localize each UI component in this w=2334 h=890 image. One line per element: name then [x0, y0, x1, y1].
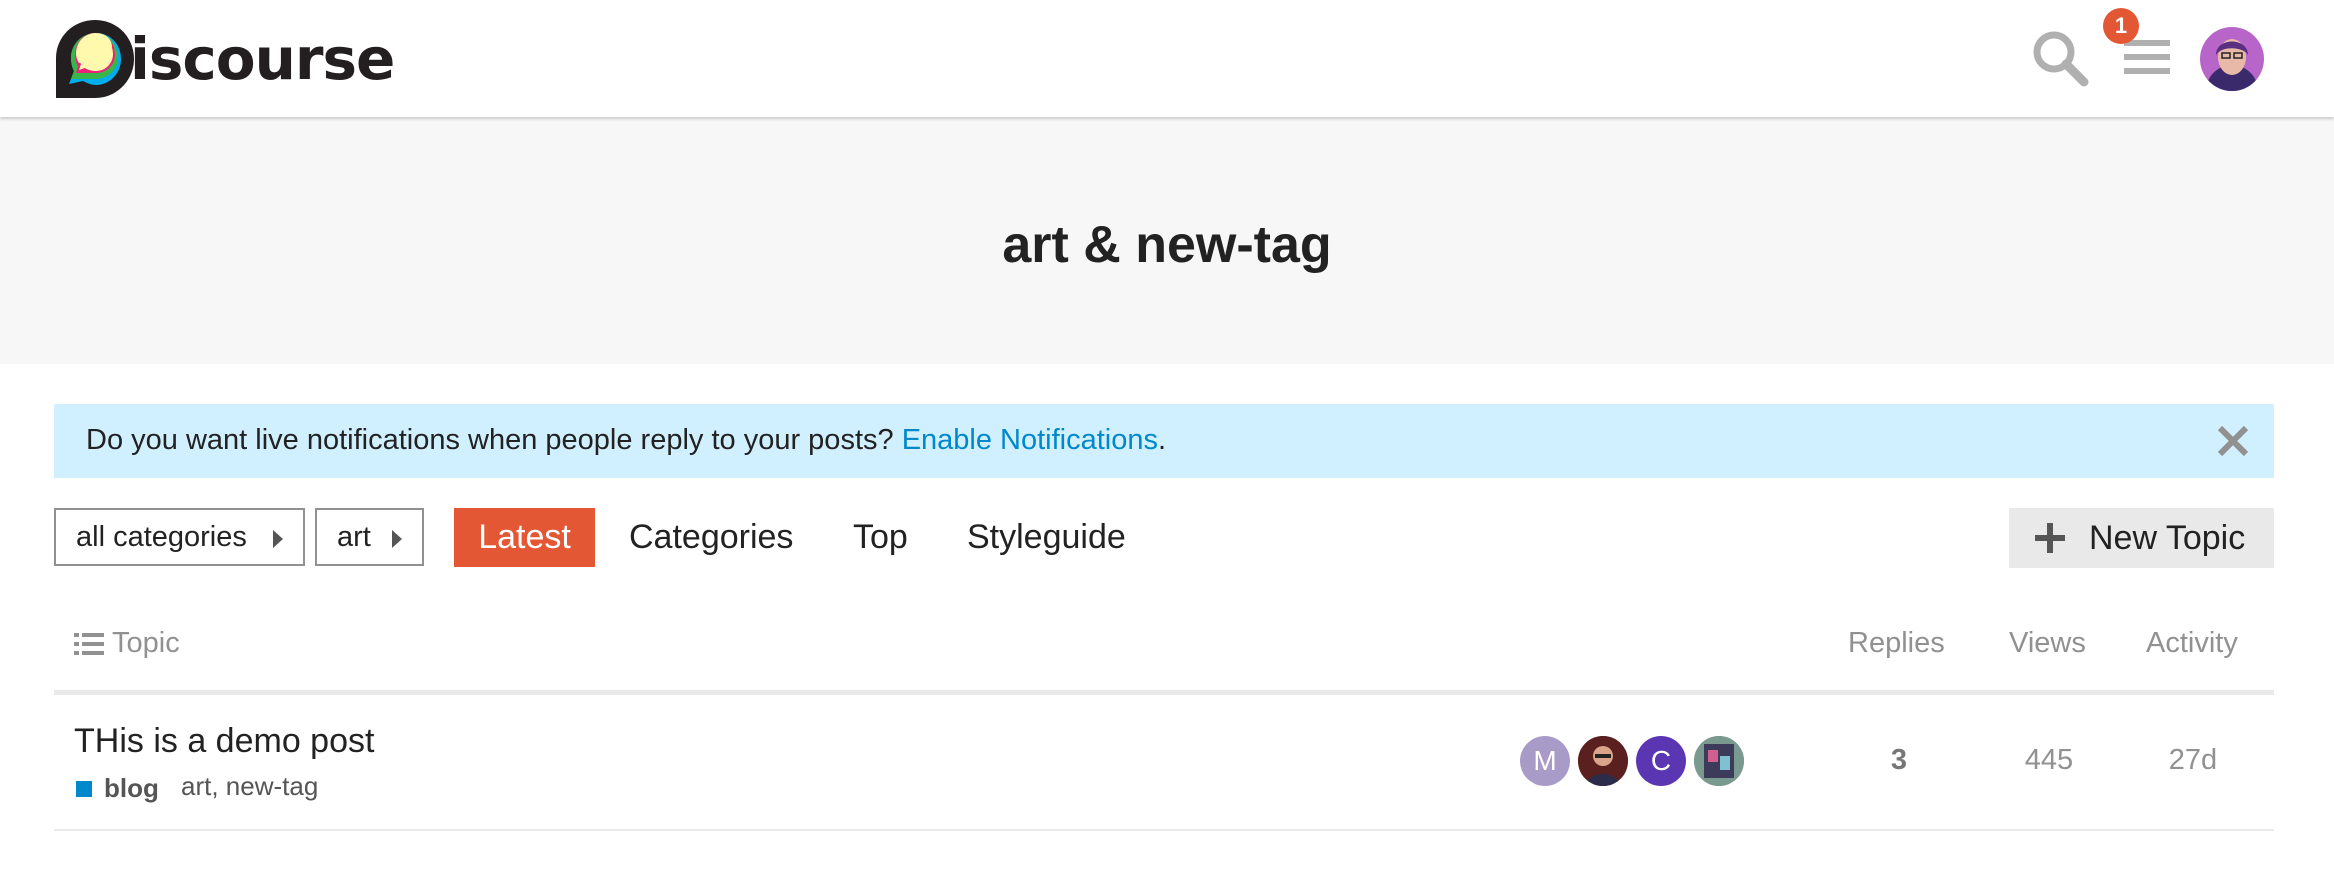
notifications-prompt: Do you want live notifications when peop…	[54, 404, 2274, 478]
nav-categories[interactable]: Categories	[629, 508, 793, 567]
activity-age[interactable]: 27d	[2150, 744, 2236, 777]
caret-right-icon	[273, 530, 283, 548]
logo-text: iscourse	[130, 25, 395, 93]
new-topic-button[interactable]: New Topic	[2009, 508, 2274, 568]
tag-new-tag[interactable]: new-tag	[226, 771, 319, 801]
notification-badge[interactable]: 1	[2103, 8, 2139, 44]
replies-column-header[interactable]: Replies	[1848, 627, 1945, 660]
discourse-logo[interactable]: iscourse	[54, 18, 395, 100]
tag-art[interactable]: art	[181, 771, 211, 801]
category-color-square	[76, 780, 92, 797]
category-banner: art & new-tag	[0, 117, 2334, 364]
topic-title-link[interactable]: THis is a demo post	[74, 722, 374, 761]
new-topic-label: New Topic	[2089, 518, 2246, 557]
page-title: art & new-tag	[1002, 216, 1332, 274]
list-icon	[74, 632, 104, 655]
views-column-header[interactable]: Views	[2009, 627, 2086, 660]
replies-count: 3	[1890, 744, 1908, 776]
category-dropdown-label: all categories	[76, 520, 247, 553]
category-name: blog	[104, 773, 159, 803]
nav-latest[interactable]: Latest	[454, 508, 595, 567]
poster-photo	[1694, 736, 1744, 786]
enable-notifications-link[interactable]: Enable Notifications	[902, 424, 1158, 456]
user-avatar[interactable]	[2200, 27, 2264, 91]
search-icon[interactable]	[2030, 28, 2090, 88]
discourse-logo-icon	[56, 20, 134, 98]
poster-avatar[interactable]	[1694, 736, 1744, 786]
tag-dropdown[interactable]: art	[315, 508, 424, 566]
poster-initial: C	[1650, 745, 1672, 776]
poster-avatar[interactable]	[1578, 736, 1628, 786]
category-dropdown[interactable]: all categories	[54, 508, 305, 566]
topic-posters: M C	[1520, 736, 1752, 786]
close-icon[interactable]	[2214, 422, 2252, 460]
category-badge[interactable]: blog	[76, 773, 159, 804]
tag-dropdown-label: art	[337, 520, 371, 553]
activity-column-header[interactable]: Activity	[2146, 627, 2238, 660]
topic-header-label: Topic	[112, 627, 180, 659]
site-header: iscourse 1	[0, 0, 2334, 117]
topic-column-header: Topic	[74, 627, 180, 660]
caret-right-icon	[392, 530, 402, 548]
poster-avatar[interactable]: M	[1520, 736, 1570, 786]
poster-initial: M	[1533, 745, 1557, 776]
nav-styleguide[interactable]: Styleguide	[967, 508, 1126, 567]
avatar-image	[2200, 27, 2264, 91]
poster-photo	[1578, 736, 1628, 786]
poster-avatar[interactable]: C	[1636, 736, 1686, 786]
topic-tags: art, new-tag	[181, 771, 319, 801]
table-header-divider	[54, 690, 2274, 695]
notifications-suffix: .	[1158, 424, 1167, 456]
notifications-message: Do you want live notifications when peop…	[86, 424, 902, 456]
plus-icon	[2035, 523, 2065, 553]
row-divider	[54, 829, 2274, 831]
nav-top[interactable]: Top	[853, 508, 908, 567]
views-count: 445	[2024, 744, 2074, 776]
notifications-prompt-text: Do you want live notifications when peop…	[86, 424, 1166, 457]
